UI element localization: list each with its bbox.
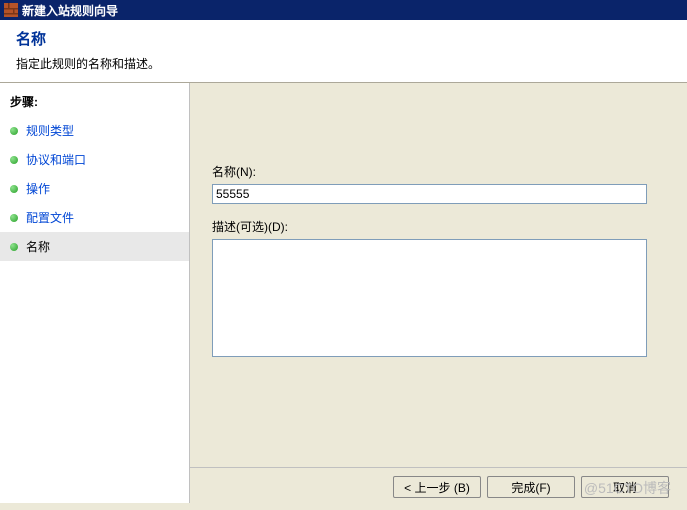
- firewall-icon: [4, 3, 18, 17]
- page-title: 名称: [16, 28, 671, 49]
- name-input[interactable]: [212, 184, 647, 204]
- wizard-content: 名称(N): 描述(可选)(D):: [190, 83, 687, 503]
- wizard-footer: < 上一步 (B) 完成(F) 取消: [190, 467, 687, 510]
- wizard-header: 名称 指定此规则的名称和描述。: [0, 20, 687, 83]
- bullet-icon: [10, 214, 18, 222]
- description-label: 描述(可选)(D):: [212, 218, 665, 235]
- finish-button[interactable]: 完成(F): [487, 476, 575, 498]
- step-profile[interactable]: 配置文件: [0, 203, 189, 232]
- bullet-icon: [10, 243, 18, 251]
- bullet-icon: [10, 156, 18, 164]
- name-label: 名称(N):: [212, 163, 665, 180]
- step-rule-type[interactable]: 规则类型: [0, 116, 189, 145]
- bullet-icon: [10, 185, 18, 193]
- step-label: 协议和端口: [26, 151, 86, 168]
- step-label: 配置文件: [26, 209, 74, 226]
- description-textarea[interactable]: [212, 239, 647, 357]
- bullet-icon: [10, 127, 18, 135]
- page-description: 指定此规则的名称和描述。: [16, 55, 671, 72]
- back-button[interactable]: < 上一步 (B): [393, 476, 481, 498]
- steps-sidebar: 步骤: 规则类型 协议和端口 操作 配置文件 名称: [0, 83, 190, 503]
- titlebar: 新建入站规则向导: [0, 0, 687, 20]
- step-label: 规则类型: [26, 122, 74, 139]
- step-name[interactable]: 名称: [0, 232, 189, 261]
- cancel-button[interactable]: 取消: [581, 476, 669, 498]
- step-label: 操作: [26, 180, 50, 197]
- step-label: 名称: [26, 238, 50, 255]
- steps-heading: 步骤:: [0, 89, 189, 116]
- step-protocol-port[interactable]: 协议和端口: [0, 145, 189, 174]
- wizard-body: 步骤: 规则类型 协议和端口 操作 配置文件 名称 名称(N): 描述(可选)(…: [0, 83, 687, 503]
- step-action[interactable]: 操作: [0, 174, 189, 203]
- titlebar-text: 新建入站规则向导: [22, 2, 118, 19]
